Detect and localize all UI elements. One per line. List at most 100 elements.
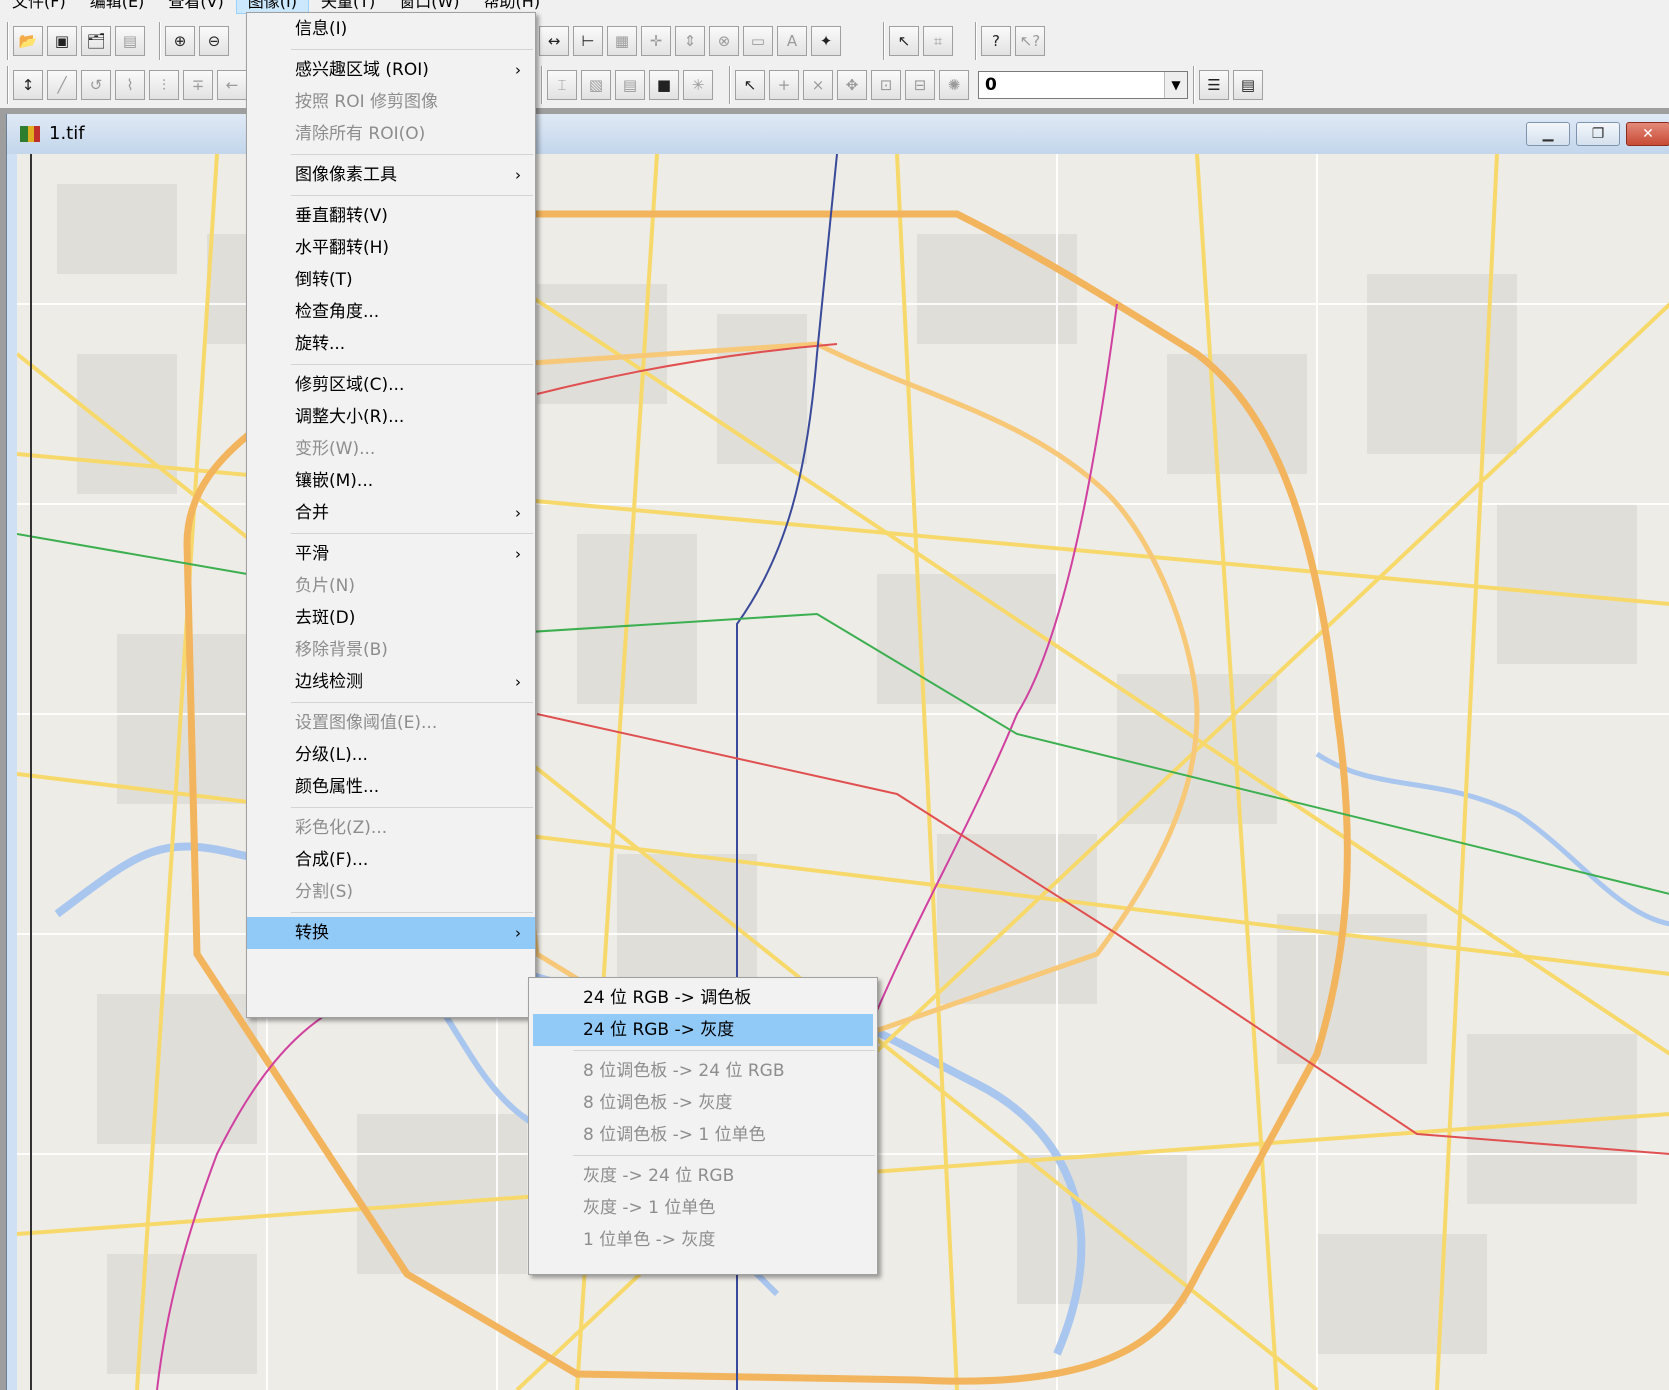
menu-item-label: 24 位 RGB -> 灰度 (583, 1020, 735, 1040)
restore-icon[interactable]: ❐ (1576, 122, 1620, 146)
menu-item-color-properties[interactable]: 颜色属性... (247, 771, 535, 803)
draw-line-icon[interactable]: ╱ (47, 70, 77, 100)
help-icon[interactable]: ? (981, 26, 1011, 56)
vector-label-icon[interactable]: ⌶ (547, 70, 577, 100)
menu-item-levels[interactable]: 分级(L)... (247, 739, 535, 771)
draw-polyline-icon[interactable]: ⌇ (115, 70, 145, 100)
save-as-icon[interactable]: 🗂 (81, 26, 111, 56)
layer-combo[interactable]: 0 ▼ (978, 71, 1188, 99)
menu-item-split[interactable]: 分割(S) (247, 876, 535, 908)
measure-segment-icon[interactable]: ⊢ (573, 26, 603, 56)
menu-item-rgb-to-grayscale[interactable]: 24 位 RGB -> 灰度 (533, 1014, 873, 1046)
menu-item-check-angle[interactable]: 检查角度... (247, 296, 535, 328)
menu-item-label: 旋转... (295, 334, 346, 354)
menu-item-info[interactable]: 信息(I) (247, 13, 535, 45)
menu-item-palette-to-grayscale[interactable]: 8 位调色板 -> 灰度 (533, 1087, 873, 1119)
menu-item-resize[interactable]: 调整大小(R)... (247, 401, 535, 433)
layer-list-icon[interactable]: ☰ (1199, 70, 1229, 100)
measure-area-icon[interactable]: ▦ (607, 26, 637, 56)
save-icon[interactable]: ▣ (47, 26, 77, 56)
menu-item-rotate[interactable]: 旋转... (247, 328, 535, 360)
chevron-right-icon: › (515, 166, 521, 184)
menu-item-label: 分割(S) (295, 882, 354, 902)
node-id-icon[interactable]: ⊡ (871, 70, 901, 100)
menu-item-crop-region[interactable]: 修剪区域(C)... (247, 369, 535, 401)
menu-item-label: 倒转(T) (295, 270, 353, 290)
text-frame-icon[interactable]: ▭ (743, 26, 773, 56)
menu-item-edge-detect[interactable]: 边线检测 › (247, 666, 535, 698)
delete-node-icon[interactable]: × (803, 70, 833, 100)
menu-item-label: 变形(W)... (295, 439, 376, 459)
image-file-icon (20, 126, 40, 142)
menu-item-despeckle[interactable]: 去斑(D) (247, 602, 535, 634)
context-help-icon[interactable]: ↖? (1015, 26, 1045, 56)
vertical-measure-icon[interactable]: ⇕ (675, 26, 705, 56)
menu-item-grayscale-to-rgb[interactable]: 灰度 -> 24 位 RGB (533, 1160, 873, 1192)
move-node-icon[interactable]: ✥ (837, 70, 867, 100)
menu-item-remove-background[interactable]: 移除背景(B) (247, 634, 535, 666)
menu-separator (291, 49, 533, 50)
menu-item-composite[interactable]: 合成(F)... (247, 844, 535, 876)
chevron-right-icon: › (515, 673, 521, 691)
vector-select-icon[interactable]: ↕ (13, 70, 43, 100)
menu-item-rgb-to-palette[interactable]: 24 位 RGB -> 调色板 (533, 982, 873, 1014)
menu-item-label: 按照 ROI 修剪图像 (295, 92, 439, 112)
hatch-icon[interactable]: ▧ (581, 70, 611, 100)
menu-separator (291, 533, 533, 534)
pointer-icon[interactable]: ↖ (735, 70, 765, 100)
chevron-right-icon: › (515, 545, 521, 563)
menu-item-flip-vertical[interactable]: 垂直翻转(V) (247, 200, 535, 232)
crosshair-icon[interactable]: ✛ (641, 26, 671, 56)
save-all-icon[interactable]: ▤ (115, 26, 145, 56)
menu-item-invert[interactable]: 倒转(T) (247, 264, 535, 296)
zoom-out-icon[interactable]: ⊖ (199, 26, 229, 56)
menu-view[interactable]: 查看(V) (156, 0, 235, 13)
menu-item-grayscale-to-mono[interactable]: 灰度 -> 1 位单色 (533, 1192, 873, 1224)
menu-item-convert[interactable]: 转换 › (247, 917, 535, 949)
menu-item-flip-horizontal[interactable]: 水平翻转(H) (247, 232, 535, 264)
menu-item-negative[interactable]: 负片(N) (247, 570, 535, 602)
node-label-icon[interactable]: ⊟ (905, 70, 935, 100)
open-file-icon[interactable]: 📂 (13, 26, 43, 56)
menu-item-label: 移除背景(B) (295, 640, 388, 660)
table-icon[interactable]: ▤ (615, 70, 645, 100)
menu-item-palette-to-mono[interactable]: 8 位调色板 -> 1 位单色 (533, 1119, 873, 1151)
pin-icon[interactable]: ✦ (811, 26, 841, 56)
menu-item-threshold[interactable]: 设置图像阈值(E)... (247, 707, 535, 739)
menu-item-label: 灰度 -> 1 位单色 (583, 1198, 716, 1218)
menu-file[interactable]: 文件(F) (0, 0, 78, 13)
fill-icon[interactable]: ■ (649, 70, 679, 100)
draw-curve-icon[interactable]: ↺ (81, 70, 111, 100)
menu-separator (573, 1050, 875, 1051)
add-node-icon[interactable]: + (769, 70, 799, 100)
bright-icon[interactable]: ✺ (939, 70, 969, 100)
measure-line-icon[interactable]: ↔ (539, 26, 569, 56)
select-text-icon[interactable]: ⌗ (923, 26, 953, 56)
arrow-left-icon[interactable]: ← (217, 70, 247, 100)
menu-item-smooth[interactable]: 平滑 › (247, 538, 535, 570)
menu-edit[interactable]: 编辑(E) (78, 0, 157, 13)
menu-item-palette-to-rgb[interactable]: 8 位调色板 -> 24 位 RGB (533, 1055, 873, 1087)
star-icon[interactable]: ✳ (683, 70, 713, 100)
layer-manager-icon[interactable]: ▤ (1233, 70, 1263, 100)
menu-item-mosaic[interactable]: 镶嵌(M)... (247, 465, 535, 497)
chevron-right-icon: › (515, 61, 521, 79)
target-icon[interactable]: ⊗ (709, 26, 739, 56)
split-horizontal-icon[interactable]: ∓ (183, 70, 213, 100)
menu-item-crop-by-roi[interactable]: 按照 ROI 修剪图像 (247, 86, 535, 118)
menu-item-clear-roi[interactable]: 清除所有 ROI(O) (247, 118, 535, 150)
menu-item-colorize[interactable]: 彩色化(Z)... (247, 812, 535, 844)
chevron-down-icon[interactable]: ▼ (1164, 72, 1187, 98)
close-icon[interactable]: ✕ (1626, 122, 1669, 146)
menu-item-roi[interactable]: 感兴趣区域 (ROI) › (247, 54, 535, 86)
split-vertical-icon[interactable]: ⫶ (149, 70, 179, 100)
menu-item-warp[interactable]: 变形(W)... (247, 433, 535, 465)
text-abc-icon[interactable]: A (777, 26, 807, 56)
zoom-in-icon[interactable]: ⊕ (165, 26, 195, 56)
select-point-icon[interactable]: ↖ (889, 26, 919, 56)
menu-item-mono-to-grayscale[interactable]: 1 位单色 -> 灰度 (533, 1224, 873, 1256)
menu-item-label: 垂直翻转(V) (295, 206, 388, 226)
minimize-icon[interactable]: ▁ (1526, 122, 1570, 146)
menu-item-merge[interactable]: 合并 › (247, 497, 535, 529)
menu-item-pixel-tools[interactable]: 图像像素工具 › (247, 159, 535, 191)
